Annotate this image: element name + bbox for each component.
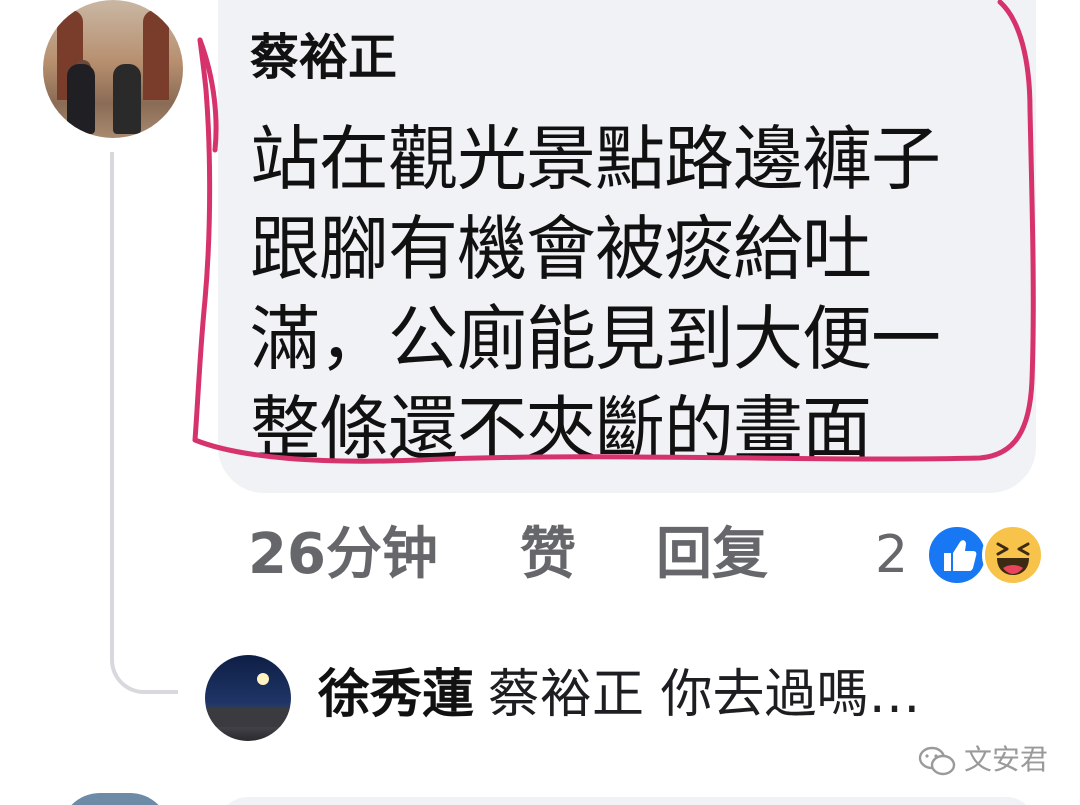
reply-text[interactable]: 蔡裕正 你去過嗎… [488,665,921,725]
reply-avatar[interactable] [205,655,291,741]
like-button[interactable]: 赞 [520,520,576,590]
comment-text: 站在觀光景點路邊褲子 跟腳有機會被痰給吐 滿，公廁能見到大便一 整條還不夾斷的畫… [250,114,990,474]
commenter-avatar[interactable] [43,0,183,138]
comment-author-name[interactable]: 蔡裕正 [250,26,397,90]
reply-content: 徐秀蓮 蔡裕正 你去過嗎… [318,660,921,730]
like-icon[interactable] [926,524,988,586]
watermark-text: 文安君 [964,743,1049,776]
reaction-count[interactable]: 2 [875,520,908,590]
next-comment-bubble[interactable] [218,797,1036,805]
comment-thread: 蔡裕正 站在觀光景點路邊褲子 跟腳有機會被痰給吐 滿，公廁能見到大便一 整條還不… [0,0,1080,805]
haha-icon[interactable] [982,524,1044,586]
comment-timestamp[interactable]: 26分钟 [248,520,438,590]
watermark: 文安君 [918,740,1048,780]
comment-text-line: 跟腳有機會被痰給吐 [250,208,872,290]
comment-text-line: 站在觀光景點路邊褲子 [250,118,941,200]
thread-connector-line [110,152,178,694]
comment-text-line: 滿，公廁能見到大便一 [250,298,941,380]
reply-author-name[interactable]: 徐秀蓮 [318,665,474,725]
wechat-icon [918,746,956,776]
next-commenter-avatar[interactable] [60,793,170,805]
comment-text-line: 整條還不夾斷的畫面 [250,388,872,470]
reply-button[interactable]: 回复 [656,520,768,590]
